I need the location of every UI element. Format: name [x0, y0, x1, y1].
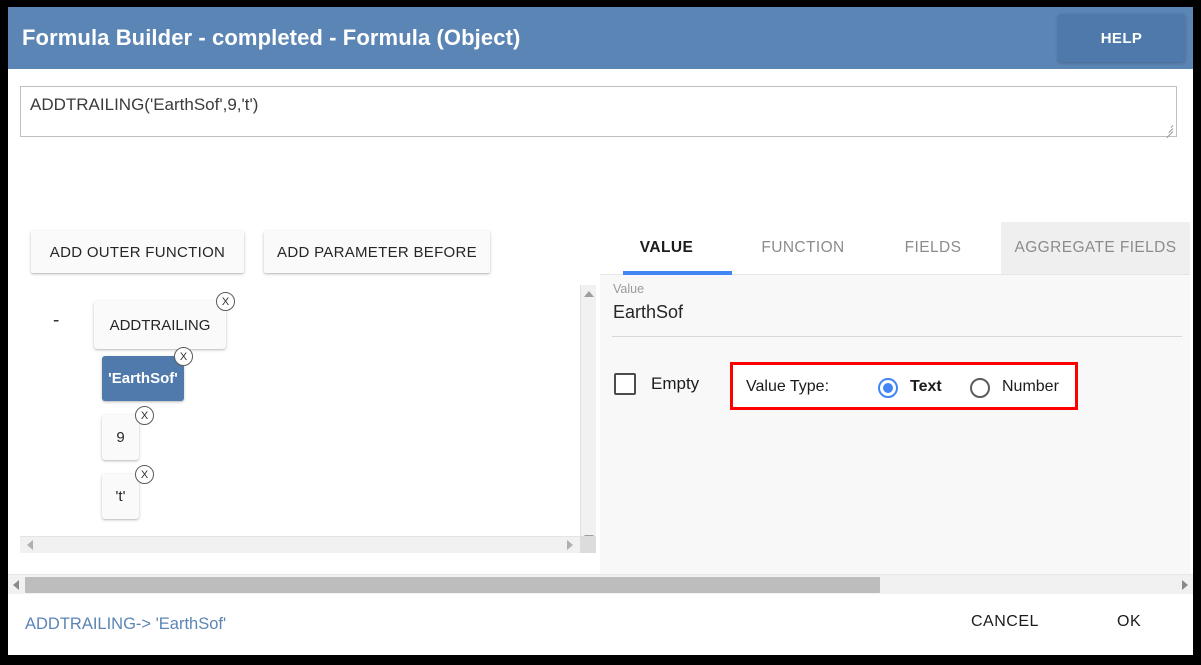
empty-checkbox[interactable]	[614, 373, 636, 395]
scroll-left-icon[interactable]	[13, 579, 19, 590]
value-field-input[interactable]: EarthSof	[613, 302, 683, 323]
formula-tree-panel: - ADDTRAILING X 'EarthSof' X 9 X 't' X	[20, 285, 605, 553]
scroll-up-icon[interactable]	[583, 291, 594, 297]
scrollbar-corner	[580, 536, 596, 553]
formula-input[interactable]: ADDTRAILING('EarthSof',9,'t')	[20, 86, 1177, 139]
empty-label: Empty	[651, 374, 700, 393]
value-type-row: Empty Value Type: Text Number	[612, 362, 1182, 410]
window-title: Formula Builder - completed - Formula (O…	[22, 25, 521, 50]
radio-number-label[interactable]: Number	[1002, 378, 1059, 396]
footer-bar: ADDTRAILING-> 'EarthSof' CANCEL OK	[8, 595, 1193, 655]
tree-node: 't' X	[102, 465, 154, 519]
tab-fields[interactable]: FIELDS	[873, 222, 993, 274]
details-panel: VALUE FUNCTION FIELDS AGGREGATE FIELDS V…	[600, 222, 1190, 574]
remove-node-icon[interactable]: X	[135, 406, 154, 425]
value-field-label: Value	[613, 282, 645, 296]
scroll-right-icon[interactable]	[567, 540, 573, 550]
tab-bar: VALUE FUNCTION FIELDS AGGREGATE FIELDS	[600, 222, 1190, 275]
resize-handle-icon[interactable]	[1162, 122, 1175, 139]
remove-node-icon[interactable]: X	[135, 465, 154, 484]
remove-node-icon[interactable]: X	[216, 292, 235, 311]
radio-text-label[interactable]: Text	[910, 378, 942, 396]
tab-aggregate-fields[interactable]: AGGREGATE FIELDS	[1001, 222, 1190, 274]
main-horizontal-scrollbar[interactable]	[8, 574, 1193, 594]
active-tab-indicator	[623, 271, 732, 275]
add-parameter-before-button[interactable]: ADD PARAMETER BEFORE	[264, 231, 490, 273]
tab-value[interactable]: VALUE	[600, 222, 733, 274]
value-field[interactable]: Value EarthSof	[612, 282, 1182, 337]
help-button[interactable]: HELP	[1058, 14, 1185, 62]
scroll-right-icon[interactable]	[1182, 579, 1188, 590]
tree-node-text[interactable]: 't'	[102, 474, 139, 519]
cancel-button[interactable]: CANCEL	[971, 613, 1039, 631]
add-outer-function-button[interactable]: ADD OUTER FUNCTION	[31, 231, 244, 273]
tree-node: 'EarthSof' X	[102, 347, 193, 401]
tree-node-function[interactable]: ADDTRAILING	[94, 301, 226, 349]
tree-horizontal-scrollbar[interactable]	[20, 536, 580, 553]
tab-function[interactable]: FUNCTION	[733, 222, 873, 274]
radio-text[interactable]	[878, 378, 898, 398]
remove-node-icon[interactable]: X	[174, 347, 193, 366]
tree-node-number[interactable]: 9	[102, 415, 139, 460]
radio-number[interactable]	[970, 378, 990, 398]
value-type-highlight-box: Value Type: Text Number	[730, 362, 1078, 410]
breadcrumb[interactable]: ADDTRAILING-> 'EarthSof'	[25, 615, 226, 634]
title-bar: Formula Builder - completed - Formula (O…	[8, 7, 1193, 69]
scrollbar-thumb[interactable]	[25, 577, 880, 593]
ok-button[interactable]: OK	[1117, 613, 1141, 631]
tree-node: ADDTRAILING X	[94, 292, 235, 349]
scroll-left-icon[interactable]	[27, 540, 33, 550]
tree-bullet: -	[53, 310, 60, 331]
tree-vertical-scrollbar[interactable]	[580, 285, 596, 553]
formula-text: ADDTRAILING('EarthSof',9,'t')	[30, 95, 259, 114]
formula-builder-dialog: Formula Builder - completed - Formula (O…	[8, 7, 1193, 655]
tree-node: 9 X	[102, 406, 154, 460]
screenshot-frame: Formula Builder - completed - Formula (O…	[0, 0, 1201, 665]
tree-node-value-selected[interactable]: 'EarthSof'	[102, 356, 184, 401]
value-type-caption: Value Type:	[746, 378, 830, 395]
